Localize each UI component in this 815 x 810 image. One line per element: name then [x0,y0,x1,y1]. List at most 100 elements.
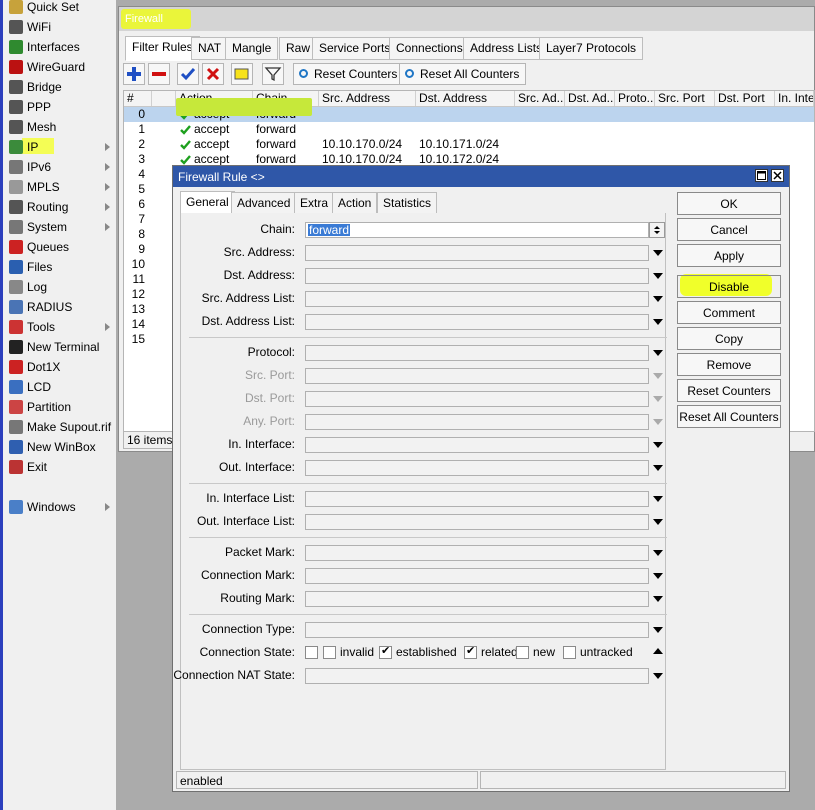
sidebar-item-new-winbox[interactable]: New WinBox [3,437,116,457]
disable-button[interactable]: Disable [677,275,781,298]
col-in-interface[interactable]: In. Inter... [775,91,814,106]
sidebar-item-system[interactable]: System [3,217,116,237]
connection-state-collapse-icon[interactable] [653,648,663,654]
any-port-dropdown-icon[interactable] [653,419,663,425]
close-icon[interactable] [771,169,784,182]
tab-layer7-protocols[interactable]: Layer7 Protocols [539,37,644,60]
any-port-input[interactable] [305,414,649,430]
dst-address-list-dropdown-icon[interactable] [653,319,663,325]
out-interface-input[interactable] [305,460,649,476]
col-flags[interactable] [152,91,176,106]
sidebar-item-quick-set[interactable]: Quick Set [3,0,116,17]
sidebar-item-lcd[interactable]: LCD [3,377,116,397]
routing-mark-input[interactable] [305,591,649,607]
tab-address-lists[interactable]: Address Lists [463,37,550,60]
dst-port-input[interactable] [305,391,649,407]
copy-button[interactable]: Copy [677,327,781,350]
sidebar-item-ppp[interactable]: PPP [3,97,116,117]
remove-rule-button[interactable]: Remove [677,353,781,376]
state-checkbox-invalid[interactable] [323,646,336,659]
state-checkbox-established[interactable]: ✔ [379,645,392,659]
col-src-address-list[interactable]: Src. Ad... [515,91,565,106]
connection-type-dropdown-icon[interactable] [653,627,663,633]
dst-port-dropdown-icon[interactable] [653,396,663,402]
sidebar-item-windows[interactable]: Windows [3,497,116,517]
sidebar-item-exit[interactable]: Exit [3,457,116,477]
state-checkbox-new[interactable] [516,646,529,659]
ok-button[interactable]: OK [677,192,781,215]
sidebar-item-mesh[interactable]: Mesh [3,117,116,137]
tab-action[interactable]: Action [332,192,378,215]
sidebar-item-new-terminal[interactable]: New Terminal [3,337,116,357]
tab-connections[interactable]: Connections [389,37,470,60]
packet-mark-dropdown-icon[interactable] [653,550,663,556]
col-protocol[interactable]: Proto... [615,91,655,106]
src-port-dropdown-icon[interactable] [653,373,663,379]
comment-button[interactable]: Comment [677,301,781,324]
dialog-reset-all-counters-button[interactable]: Reset All Counters [677,405,781,428]
protocol-dropdown-icon[interactable] [653,350,663,356]
reset-counters-button[interactable]: Reset Counters [293,63,405,85]
enable-button[interactable] [177,63,199,85]
sidebar-item-routing[interactable]: Routing [3,197,116,217]
chain-dropdown-button[interactable] [649,222,665,238]
src-address-dropdown-icon[interactable] [653,250,663,256]
packet-mark-input[interactable] [305,545,649,561]
col-dst-address[interactable]: Dst. Address [416,91,515,106]
sidebar-item-ipv6[interactable]: IPv6 [3,157,116,177]
protocol-input[interactable] [305,345,649,361]
out-interface-dropdown-icon[interactable] [653,465,663,471]
col-dst-port[interactable]: Dst. Port [715,91,775,106]
src-address-list-input[interactable] [305,291,649,307]
sidebar-item-tools[interactable]: Tools [3,317,116,337]
dst-address-dropdown-icon[interactable] [653,273,663,279]
col-src-port[interactable]: Src. Port [655,91,715,106]
firewall-titlebar[interactable]: Firewall [119,7,814,31]
dialog-reset-counters-button[interactable]: Reset Counters [677,379,781,402]
tab-service-ports[interactable]: Service Ports [312,37,398,60]
chain-input[interactable]: forward [305,222,649,238]
routing-mark-dropdown-icon[interactable] [653,596,663,602]
sidebar-item-make-supout-rif[interactable]: Make Supout.rif [3,417,116,437]
col-dst-address-list[interactable]: Dst. Ad... [565,91,615,106]
connection-type-input[interactable] [305,622,649,638]
col-number[interactable]: # [124,91,152,106]
in-interface-input[interactable] [305,437,649,453]
sidebar-item-wifi[interactable]: WiFi [3,17,116,37]
tab-mangle[interactable]: Mangle [225,37,279,60]
disable-toolbar-button[interactable] [202,63,224,85]
out-interface-list-input[interactable] [305,514,649,530]
cancel-button[interactable]: Cancel [677,218,781,241]
sidebar-item-radius[interactable]: RADIUS [3,297,116,317]
col-src-address[interactable]: Src. Address [319,91,416,106]
sidebar-item-log[interactable]: Log [3,277,116,297]
sidebar-item-interfaces[interactable]: Interfaces [3,37,116,57]
sidebar-item-bridge[interactable]: Bridge [3,77,116,97]
tab-statistics[interactable]: Statistics [377,192,438,215]
apply-button[interactable]: Apply [677,244,781,267]
out-interface-list-dropdown-icon[interactable] [653,519,663,525]
sidebar-item-mpls[interactable]: MPLS [3,177,116,197]
table-row[interactable]: 1 accept forward [124,122,814,137]
sidebar-item-dot1x[interactable]: Dot1X [3,357,116,377]
in-interface-list-input[interactable] [305,491,649,507]
src-address-list-dropdown-icon[interactable] [653,296,663,302]
dst-address-list-input[interactable] [305,314,649,330]
connection-state-invert-checkbox[interactable] [305,646,318,659]
tab-advanced[interactable]: Advanced [231,192,297,215]
src-address-input[interactable] [305,245,649,261]
tab-nat[interactable]: NAT [191,37,229,60]
in-interface-list-dropdown-icon[interactable] [653,496,663,502]
dst-address-input[interactable] [305,268,649,284]
tab-filter-rules[interactable]: Filter Rules [125,36,200,61]
connection-mark-dropdown-icon[interactable] [653,573,663,579]
comment-toolbar-button[interactable] [231,63,253,85]
in-interface-dropdown-icon[interactable] [653,442,663,448]
sidebar-item-partition[interactable]: Partition [3,397,116,417]
table-row[interactable]: 2 accept forward 10.10.170.0/24 10.10.171.0/… [124,137,814,152]
filter-button[interactable] [262,63,284,85]
sidebar-item-ip[interactable]: IP [3,137,116,157]
state-checkbox-related[interactable]: ✔ [464,645,477,659]
connection-nat-state-input[interactable] [305,668,649,684]
src-port-input[interactable] [305,368,649,384]
